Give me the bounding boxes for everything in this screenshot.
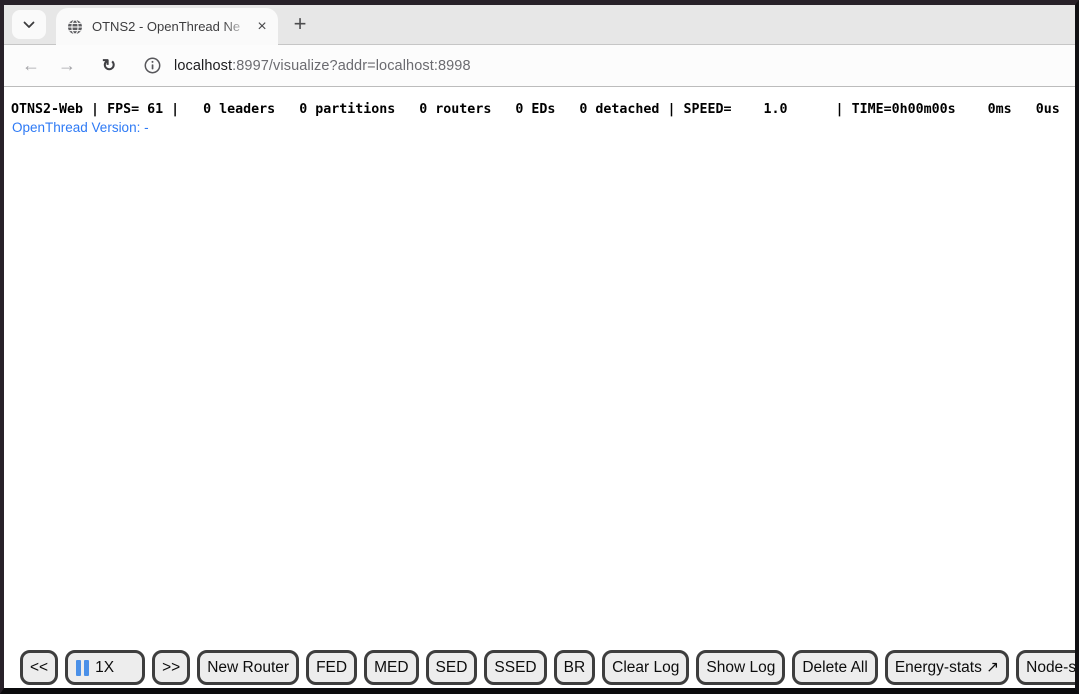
sed-button[interactable]: SED	[426, 650, 478, 685]
simulation-action-bar: << 1X >> New Router FED MED SED SSED BR …	[20, 650, 1075, 685]
forward-button[interactable]: →	[52, 51, 82, 81]
navigation-bar: ← → ↻ localhost:8997/visualize?addr=loca…	[4, 45, 1075, 87]
delete-all-button[interactable]: Delete All	[792, 650, 877, 685]
new-router-button[interactable]: New Router	[197, 650, 299, 685]
page-info-icon[interactable]	[144, 57, 161, 74]
tab-search-button[interactable]	[12, 10, 46, 39]
tab-otns2[interactable]: OTNS2 - OpenThread Ne ×	[56, 8, 278, 45]
speed-down-button[interactable]: <<	[20, 650, 58, 685]
url-path: :8997/visualize?addr=localhost:8998	[232, 58, 471, 74]
speed-label: 1X	[95, 659, 114, 677]
otns-visualizer-page: OTNS2-Web | FPS= 61 | 0 leaders 0 partit…	[4, 87, 1075, 688]
url-host: localhost	[174, 58, 232, 74]
tab-strip: OTNS2 - OpenThread Ne × +	[4, 5, 1075, 45]
clear-log-button[interactable]: Clear Log	[602, 650, 689, 685]
med-button[interactable]: MED	[364, 650, 418, 685]
speed-up-button[interactable]: >>	[152, 650, 190, 685]
pause-icon	[76, 660, 89, 676]
show-log-button[interactable]: Show Log	[696, 650, 785, 685]
reload-button[interactable]: ↻	[94, 51, 124, 81]
new-tab-button[interactable]: +	[285, 9, 315, 39]
energy-stats-button[interactable]: Energy-stats ↗	[885, 650, 1009, 685]
chevron-down-icon	[23, 16, 35, 34]
url-text: localhost:8997/visualize?addr=localhost:…	[174, 58, 471, 74]
address-bar[interactable]: localhost:8997/visualize?addr=localhost:…	[144, 49, 1075, 83]
node-stats-button[interactable]: Node-stats ↗	[1016, 650, 1075, 685]
globe-icon	[67, 19, 83, 35]
openthread-version-link[interactable]: OpenThread Version: -	[12, 120, 149, 135]
simulation-status-line: OTNS2-Web | FPS= 61 | 0 leaders 0 partit…	[11, 102, 1060, 117]
browser-window: OTNS2 - OpenThread Ne × + ← → ↻ localhos…	[0, 0, 1079, 694]
ssed-button[interactable]: SSED	[484, 650, 546, 685]
tab-close-icon[interactable]: ×	[252, 17, 272, 37]
pause-speed-button[interactable]: 1X	[65, 650, 145, 685]
back-button[interactable]: ←	[16, 51, 46, 81]
tab-title: OTNS2 - OpenThread Ne	[92, 19, 252, 34]
fed-button[interactable]: FED	[306, 650, 357, 685]
br-button[interactable]: BR	[554, 650, 596, 685]
